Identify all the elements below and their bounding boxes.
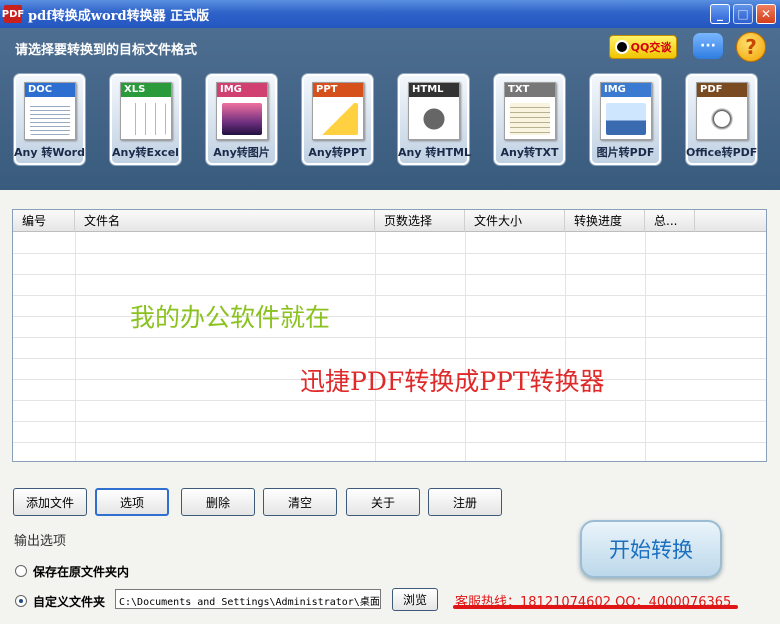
format-any-to-txt[interactable]: TXT Any转TXT xyxy=(493,73,566,166)
table-header: 编号 文件名 页数选择 文件大小 转换进度 总... xyxy=(13,210,766,232)
chat-bubble-icon: ··· xyxy=(700,38,716,54)
maximize-button[interactable]: □ xyxy=(733,4,753,24)
qq-chat-button[interactable]: QQ交谈 xyxy=(609,35,677,59)
question-mark-icon: ? xyxy=(745,35,757,59)
format-office-to-pdf[interactable]: PDF Office转PDF xyxy=(685,73,758,166)
format-label: 图片转PDF xyxy=(596,146,655,159)
format-prompt: 请选择要转换到的目标文件格式 xyxy=(15,43,198,58)
format-image-to-pdf[interactable]: IMG 图片转PDF xyxy=(589,73,662,166)
window-title: pdf转换成word转换器 正式版 xyxy=(28,8,210,24)
qq-chat-label: QQ交谈 xyxy=(630,41,672,54)
col-filename[interactable]: 文件名 xyxy=(75,210,375,232)
format-any-to-html[interactable]: HTML Any 转HTML xyxy=(397,73,472,166)
title-bar: PDF pdf转换成word转换器 正式版 _ □ ✕ xyxy=(0,0,780,28)
format-label: Any转PPT xyxy=(308,146,367,159)
qq-penguin-icon xyxy=(614,40,629,54)
hotline-underline xyxy=(453,605,738,609)
acrobat-icon: PDF xyxy=(696,82,748,140)
col-total[interactable]: 总... xyxy=(645,210,695,232)
minimize-button[interactable]: _ xyxy=(710,4,730,24)
add-file-button[interactable]: 添加文件 xyxy=(13,488,87,516)
txt-notepad-icon: TXT xyxy=(504,82,556,140)
file-list-table[interactable]: 编号 文件名 页数选择 文件大小 转换进度 总... 我的办公软件就在 迅捷PD… xyxy=(12,209,767,462)
radio-original-folder-label[interactable]: 保存在原文件夹内 xyxy=(33,563,129,580)
picture-icon: IMG xyxy=(600,82,652,140)
help-button[interactable]: ? xyxy=(736,32,766,62)
promo-text-line2: 迅捷PDF转换成PPT转换器 xyxy=(300,367,605,396)
format-header: 请选择要转换到的目标文件格式 QQ交谈 ··· ? DOC Any 转Word … xyxy=(0,28,780,190)
excel-sheet-icon: XLS xyxy=(120,82,172,140)
format-any-to-ppt[interactable]: PPT Any转PPT xyxy=(301,73,374,166)
format-label: Any转图片 xyxy=(213,146,270,159)
output-options-title: 输出选项 xyxy=(14,534,67,549)
format-label: Any 转HTML xyxy=(398,146,472,159)
col-progress[interactable]: 转换进度 xyxy=(565,210,645,232)
start-convert-button[interactable]: 开始转换 xyxy=(580,520,722,578)
close-button[interactable]: ✕ xyxy=(756,4,776,24)
delete-button[interactable]: 删除 xyxy=(181,488,255,516)
format-label: Any 转Word xyxy=(14,146,85,159)
format-any-to-excel[interactable]: XLS Any转Excel xyxy=(109,73,182,166)
col-number[interactable]: 编号 xyxy=(13,210,75,232)
clear-button[interactable]: 清空 xyxy=(263,488,337,516)
options-button[interactable]: 选项 xyxy=(95,488,169,516)
output-path-input[interactable]: C:\Documents and Settings\Administrator\… xyxy=(115,589,381,609)
col-file-size[interactable]: 文件大小 xyxy=(465,210,565,232)
word-doc-icon: DOC xyxy=(24,82,76,140)
html-globe-icon: HTML xyxy=(408,82,460,140)
format-any-to-image[interactable]: IMG Any转图片 xyxy=(205,73,278,166)
register-button[interactable]: 注册 xyxy=(428,488,502,516)
ppt-slide-icon: PPT xyxy=(312,82,364,140)
promo-text-line1: 我的办公软件就在 xyxy=(130,303,331,332)
radio-custom-folder[interactable] xyxy=(15,595,27,607)
format-label: Office转PDF xyxy=(686,146,758,159)
format-label: Any转TXT xyxy=(500,146,559,159)
about-button[interactable]: 关于 xyxy=(346,488,420,516)
browse-button[interactable]: 浏览 xyxy=(392,588,438,611)
format-label: Any转Excel xyxy=(112,146,179,159)
radio-custom-folder-label[interactable]: 自定义文件夹 xyxy=(33,593,105,610)
format-any-to-word[interactable]: DOC Any 转Word xyxy=(13,73,86,166)
app-logo-icon: PDF xyxy=(2,5,24,23)
radio-original-folder[interactable] xyxy=(15,565,27,577)
chat-bubble-button[interactable]: ··· xyxy=(693,33,723,59)
image-icon: IMG xyxy=(216,82,268,140)
col-page-select[interactable]: 页数选择 xyxy=(375,210,465,232)
